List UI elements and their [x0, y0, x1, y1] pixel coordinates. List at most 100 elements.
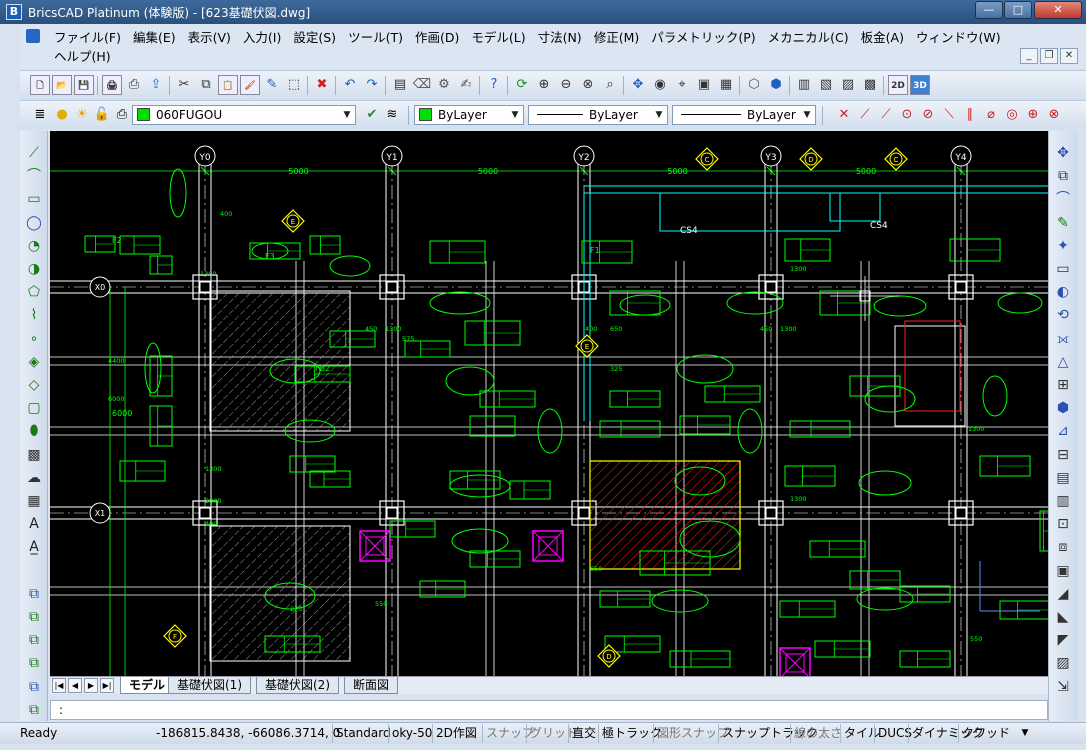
2d-mode-icon[interactable]: 2D — [888, 75, 908, 95]
print-icon[interactable]: ⎙ — [124, 75, 144, 95]
stretch-icon[interactable]: ▭ — [1053, 259, 1073, 279]
viewport-4-icon[interactable]: ▩ — [860, 75, 880, 95]
menu-item-4[interactable]: 設定(S) — [287, 28, 342, 47]
point-icon[interactable]: ∘ — [24, 329, 44, 349]
3d-array-icon[interactable]: ⬢ — [1053, 398, 1073, 418]
text-icon[interactable]: A — [24, 514, 44, 534]
next-tab-icon[interactable]: ▶ — [84, 678, 98, 693]
copy-icon[interactable]: ⧉ — [196, 75, 216, 95]
osnap-perpendicular-icon[interactable]: ⟍ — [939, 105, 959, 125]
attach-icon[interactable]: ⧉ — [24, 653, 44, 673]
layer-on-bulb-icon[interactable]: ● — [52, 105, 72, 125]
menu-item-7[interactable]: モデル(L) — [465, 28, 531, 47]
menu-item-8[interactable]: 寸法(N) — [532, 28, 588, 47]
properties-icon[interactable]: ▤ — [390, 75, 410, 95]
status-toggle-2[interactable]: 2D作図 — [432, 724, 480, 743]
zoom-window-icon[interactable]: ⊗ — [578, 75, 598, 95]
xref-icon[interactable]: ⧉ — [24, 630, 44, 650]
table-icon[interactable]: ▦ — [24, 491, 44, 511]
menu-item-6[interactable]: 作画(D) — [409, 28, 465, 47]
cut-icon[interactable]: ✂ — [174, 75, 194, 95]
layer-manager-icon[interactable]: ≣ — [30, 105, 50, 125]
osnap-nearest-icon[interactable]: ◎ — [1002, 105, 1022, 125]
line-icon[interactable]: ⟋ — [24, 143, 44, 163]
3d-mode-icon[interactable]: 3D — [910, 75, 930, 95]
tab-section[interactable]: 断面図 — [344, 677, 399, 694]
status-toggle-0[interactable]: Standard — [332, 724, 394, 743]
menu-item-13[interactable]: ウィンドウ(W) — [910, 28, 1007, 47]
zoom-extents-icon[interactable]: ⌕ — [600, 75, 620, 95]
doc-minimize-button[interactable]: _ — [1020, 48, 1038, 64]
prev-tab-icon[interactable]: ◀ — [68, 678, 82, 693]
mirror-icon[interactable]: ⟗ — [1053, 329, 1073, 349]
menu-item-11[interactable]: メカニカル(C) — [762, 28, 855, 47]
eraser-icon[interactable]: ⌫ — [412, 75, 432, 95]
layer-lock-icon[interactable]: 🔓 — [92, 105, 112, 125]
save-icon[interactable]: 💾 — [74, 75, 94, 95]
osnap-tangent-icon[interactable]: ⌀ — [981, 105, 1001, 125]
menu-item-9[interactable]: 修正(M) — [588, 28, 646, 47]
render-icon[interactable]: ▦ — [716, 75, 736, 95]
drawing-canvas[interactable]: 5000 5000 5000 5000 CS4 CS4 F1 F2 F3 FB2 400 450 130… — [50, 131, 1048, 676]
ucs-icon[interactable]: ⌖ — [672, 75, 692, 95]
divide-icon[interactable]: ▨ — [1053, 653, 1073, 673]
osnap-parallel-icon[interactable]: ∥ — [960, 105, 980, 125]
trim-icon[interactable]: ⊟ — [1053, 445, 1073, 465]
erase-icon[interactable]: ✎ — [1053, 213, 1073, 233]
extend-icon[interactable]: ▤ — [1053, 468, 1073, 488]
polyline-icon[interactable]: ⌇ — [24, 305, 44, 325]
make-layer-current-icon[interactable]: ✔ — [362, 105, 382, 125]
menu-item-1[interactable]: 編集(E) — [127, 28, 182, 47]
osnap-midpoint-icon[interactable]: ⟋ — [855, 105, 875, 125]
pan-icon[interactable]: ✥ — [628, 75, 648, 95]
copy-object-icon[interactable]: ⧉ — [1053, 166, 1073, 186]
linetype-combo[interactable]: ByLayer ▼ — [528, 105, 668, 125]
color-combo[interactable]: ByLayer ▼ — [414, 105, 524, 125]
cad-drawing[interactable]: 5000 5000 5000 5000 CS4 CS4 F1 F2 F3 FB2 400 450 130… — [50, 131, 1048, 676]
redo-icon[interactable]: ↷ — [362, 75, 382, 95]
edit-icon[interactable]: ✍ — [456, 75, 476, 95]
block-icon[interactable]: ⧉ — [24, 584, 44, 604]
tab-layout-1[interactable]: 基礎伏図(1) — [168, 677, 251, 694]
regen-icon[interactable]: ⟳ — [512, 75, 532, 95]
revcloud-icon[interactable]: ☁ — [24, 468, 44, 488]
status-toggle-13[interactable]: クワッド — [958, 724, 1013, 743]
document-icon[interactable] — [26, 29, 40, 43]
rectangle-icon[interactable]: ▭ — [24, 189, 44, 209]
3d-icon[interactable]: ⬢ — [766, 75, 786, 95]
layer-thaw-sun-icon[interactable]: ☀ — [72, 105, 92, 125]
rotate-3d-icon[interactable]: ⟲ — [1053, 305, 1073, 325]
rotate-icon[interactable]: ◐ — [1053, 282, 1073, 302]
minimize-button[interactable]: — — [975, 1, 1003, 19]
spacer-icon[interactable] — [24, 561, 44, 581]
viewport-3-icon[interactable]: ▨ — [838, 75, 858, 95]
break-icon[interactable]: ▥ — [1053, 491, 1073, 511]
mirror-3d-icon[interactable]: △ — [1053, 352, 1073, 372]
osnap-clear-icon[interactable]: ⊗ — [1044, 105, 1064, 125]
menu-item-12[interactable]: 板金(A) — [855, 28, 910, 47]
view-icon[interactable]: ◉ — [650, 75, 670, 95]
layer-combo[interactable]: 060FUGOU ▼ — [132, 105, 356, 125]
command-line[interactable]: : — [50, 700, 1048, 720]
pick-icon[interactable]: ✎ — [262, 75, 282, 95]
donut-icon[interactable]: ⬮ — [24, 421, 44, 441]
match-properties-icon[interactable]: 🖌 — [240, 75, 260, 95]
lengthen-icon[interactable]: ◣ — [1053, 607, 1073, 627]
join-icon[interactable]: ⊡ — [1053, 514, 1073, 534]
explode-icon[interactable]: ✦ — [1053, 236, 1073, 256]
help-icon[interactable]: ? — [484, 75, 504, 95]
doc-restore-button[interactable]: ❐ — [1040, 48, 1058, 64]
close-button[interactable]: ✕ — [1034, 1, 1082, 19]
ellipse-icon[interactable]: ◑ — [24, 259, 44, 279]
edit-pline-icon[interactable]: ◤ — [1053, 630, 1073, 650]
scale-icon[interactable]: ⊿ — [1053, 421, 1073, 441]
camera-icon[interactable]: ▣ — [694, 75, 714, 95]
layer-print-icon[interactable]: ⎙ — [112, 105, 132, 125]
open-file-icon[interactable]: 📂 — [52, 75, 72, 95]
osnap-endpoint-icon[interactable]: ✕ — [834, 105, 854, 125]
select-icon[interactable]: ⬚ — [284, 75, 304, 95]
image-icon[interactable]: ⧉ — [24, 677, 44, 697]
viewport-1-icon[interactable]: ▥ — [794, 75, 814, 95]
maximize-button[interactable]: □ — [1004, 1, 1032, 19]
chamfer-icon[interactable]: ▣ — [1053, 561, 1073, 581]
